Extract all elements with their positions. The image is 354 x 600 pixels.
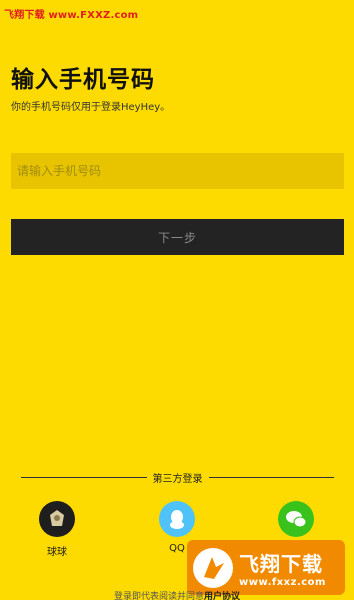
divider-line-left <box>21 477 147 478</box>
watermark-badge-icon <box>193 547 233 588</box>
phone-number-input[interactable] <box>11 153 344 189</box>
user-agreement-link[interactable]: 用户协议 <box>204 592 240 600</box>
qiuqiu-icon <box>39 501 75 537</box>
agreement-prefix: 登录即代表阅读并同意 <box>113 592 204 600</box>
page-title: 输入手机号码 <box>11 67 155 93</box>
watermark-top-text: 飞翔下载 www.FXXZ.com <box>4 10 139 21</box>
watermark-logo-url: www.fxxz.com <box>239 576 326 588</box>
wechat-icon <box>278 501 314 537</box>
login-qiuqiu-button[interactable]: 球球 <box>27 501 87 558</box>
agreement-text: 登录即代表阅读并同意用户协议 <box>0 589 354 600</box>
watermark-logo-title: 飞翔下载 <box>239 551 323 576</box>
page-subtitle: 你的手机号码仅用于登录HeyHey。 <box>11 102 171 113</box>
qiuqiu-label: 球球 <box>47 547 67 558</box>
third-party-label: 第三方登录 <box>152 474 203 485</box>
qq-label: QQ <box>169 543 185 554</box>
divider-line-right <box>208 477 334 478</box>
third-party-divider: 第三方登录 <box>21 470 334 485</box>
next-step-button[interactable]: 下一步 <box>11 219 344 255</box>
watermark-logo: 飞翔下载 www.fxxz.com <box>187 540 345 595</box>
qq-penguin-icon <box>159 501 195 537</box>
